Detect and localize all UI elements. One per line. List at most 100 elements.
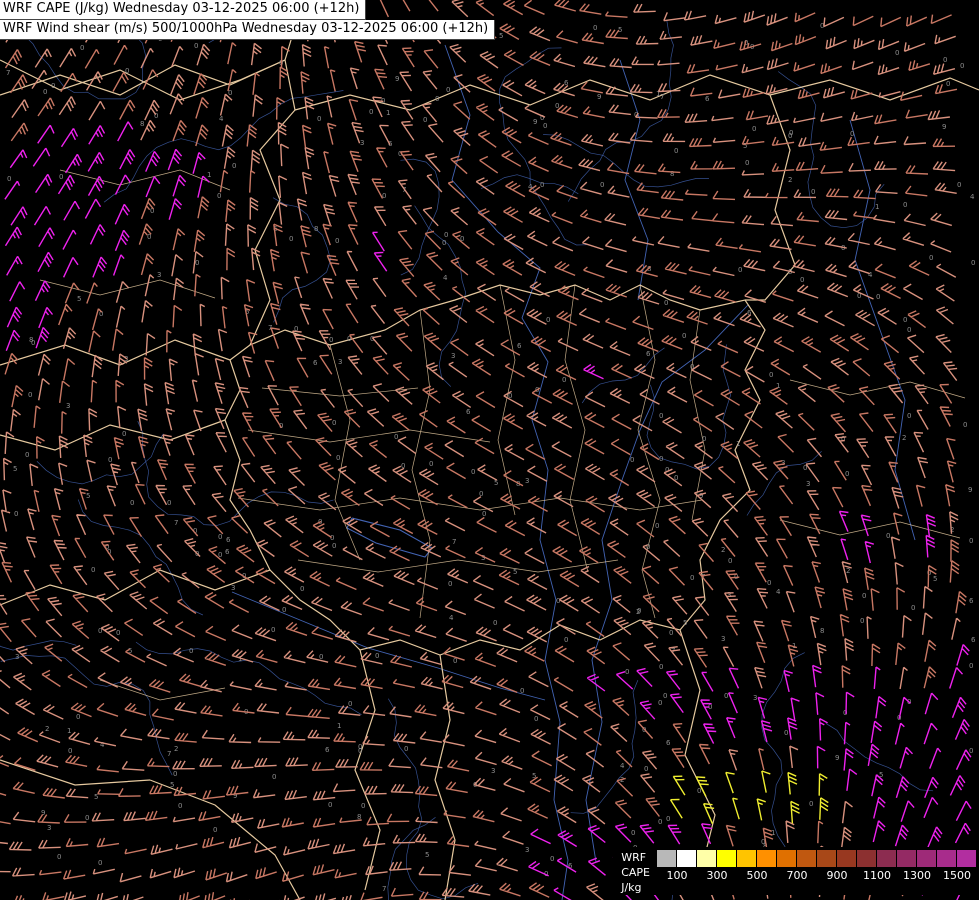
svg-text:0: 0 (31, 339, 35, 347)
svg-text:0: 0 (25, 451, 29, 459)
svg-text:0: 0 (329, 336, 333, 344)
svg-text:0: 0 (907, 412, 911, 420)
svg-text:0: 0 (43, 88, 47, 96)
svg-text:0: 0 (76, 713, 80, 721)
svg-text:0: 0 (189, 647, 193, 655)
svg-text:0: 0 (68, 747, 72, 755)
svg-text:0: 0 (659, 455, 663, 463)
legend-swatch (717, 850, 737, 867)
svg-text:3: 3 (721, 635, 725, 643)
legend-tick: 1300 (903, 869, 931, 882)
svg-text:0: 0 (51, 82, 55, 90)
svg-text:0: 0 (659, 412, 663, 420)
svg-text:0: 0 (332, 419, 336, 427)
svg-text:0: 0 (85, 814, 89, 822)
svg-text:0: 0 (358, 743, 362, 751)
svg-text:0: 0 (960, 62, 964, 70)
svg-text:0: 0 (272, 773, 276, 781)
svg-text:2: 2 (721, 546, 725, 554)
legend-tick: 1100 (863, 869, 891, 882)
legend-model-label: WRF (621, 851, 647, 864)
svg-text:0: 0 (442, 239, 446, 247)
svg-text:0: 0 (658, 699, 662, 707)
svg-text:0: 0 (167, 499, 171, 507)
svg-text:8: 8 (314, 225, 318, 233)
svg-text:0: 0 (666, 815, 670, 823)
svg-text:0: 0 (173, 770, 177, 778)
svg-text:0: 0 (663, 692, 667, 700)
svg-text:0: 0 (14, 510, 18, 518)
svg-text:6: 6 (325, 746, 330, 754)
svg-text:0: 0 (674, 147, 678, 155)
svg-text:3: 3 (15, 653, 19, 661)
svg-text:3: 3 (753, 694, 757, 702)
svg-text:4: 4 (620, 762, 625, 770)
legend-swatch (777, 850, 797, 867)
svg-text:0: 0 (850, 130, 854, 138)
svg-text:9: 9 (533, 118, 537, 126)
svg-text:5: 5 (77, 295, 81, 303)
svg-text:4: 4 (219, 115, 224, 123)
svg-text:0: 0 (194, 42, 198, 50)
svg-text:0: 0 (809, 800, 813, 808)
svg-text:6: 6 (313, 359, 318, 367)
svg-text:5: 5 (86, 492, 90, 500)
svg-text:0: 0 (217, 192, 221, 200)
svg-text:6: 6 (971, 636, 976, 644)
title-wind-shear: WRF Wind shear (m/s) 500/1000hPa Wednesd… (0, 20, 496, 40)
legend-swatch (957, 850, 977, 867)
cape-legend: WRF CAPE J/kg 100 300 500 700 900 1100 1300 150… (613, 847, 979, 895)
svg-text:0: 0 (122, 430, 126, 438)
svg-text:0: 0 (876, 293, 880, 301)
svg-text:0: 0 (946, 80, 950, 88)
svg-text:3: 3 (360, 139, 364, 147)
svg-text:0: 0 (232, 162, 236, 170)
svg-text:5: 5 (683, 619, 687, 627)
svg-text:0: 0 (550, 855, 554, 863)
svg-text:6: 6 (646, 350, 651, 358)
legend-swatch (837, 850, 857, 867)
svg-text:3: 3 (525, 846, 529, 854)
svg-text:0: 0 (59, 173, 63, 181)
svg-text:0: 0 (800, 276, 804, 284)
svg-text:9: 9 (835, 754, 839, 762)
legend-tick: 100 (666, 869, 688, 882)
legend-labels: WRF CAPE J/kg (621, 850, 650, 895)
svg-text:2: 2 (902, 434, 906, 442)
legend-tick: 300 (706, 869, 728, 882)
svg-text:0: 0 (664, 299, 668, 307)
svg-text:0: 0 (335, 237, 339, 245)
svg-text:2: 2 (174, 745, 178, 753)
svg-text:5: 5 (499, 32, 503, 40)
svg-text:0: 0 (784, 729, 788, 737)
svg-text:0: 0 (429, 460, 433, 468)
svg-text:0: 0 (862, 592, 866, 600)
legend-swatch (797, 850, 817, 867)
svg-text:0: 0 (300, 585, 304, 593)
svg-text:5: 5 (933, 575, 937, 583)
svg-text:5: 5 (513, 568, 517, 576)
svg-text:2: 2 (788, 176, 792, 184)
svg-text:2: 2 (45, 725, 49, 733)
legend-tick: 900 (826, 869, 848, 882)
legend-swatch (917, 850, 937, 867)
legend-swatch (817, 850, 837, 867)
svg-text:0: 0 (728, 557, 732, 565)
svg-text:0: 0 (929, 254, 933, 262)
svg-text:6: 6 (705, 95, 710, 103)
legend-tick-labels: 100 300 500 700 900 1100 1300 1500 (657, 867, 977, 883)
svg-text:6: 6 (666, 739, 671, 747)
legend-unit-label: J/kg (621, 881, 642, 894)
svg-text:0: 0 (178, 802, 182, 810)
legend-swatch (677, 850, 697, 867)
legend-swatch (757, 850, 777, 867)
svg-text:1: 1 (736, 440, 740, 448)
svg-text:0: 0 (600, 181, 604, 189)
svg-text:0: 0 (895, 49, 899, 57)
svg-text:0: 0 (957, 181, 961, 189)
svg-text:6: 6 (517, 342, 522, 350)
svg-text:0: 0 (724, 692, 728, 700)
legend-swatch (877, 850, 897, 867)
svg-text:7: 7 (382, 885, 386, 893)
svg-text:0: 0 (562, 376, 566, 384)
